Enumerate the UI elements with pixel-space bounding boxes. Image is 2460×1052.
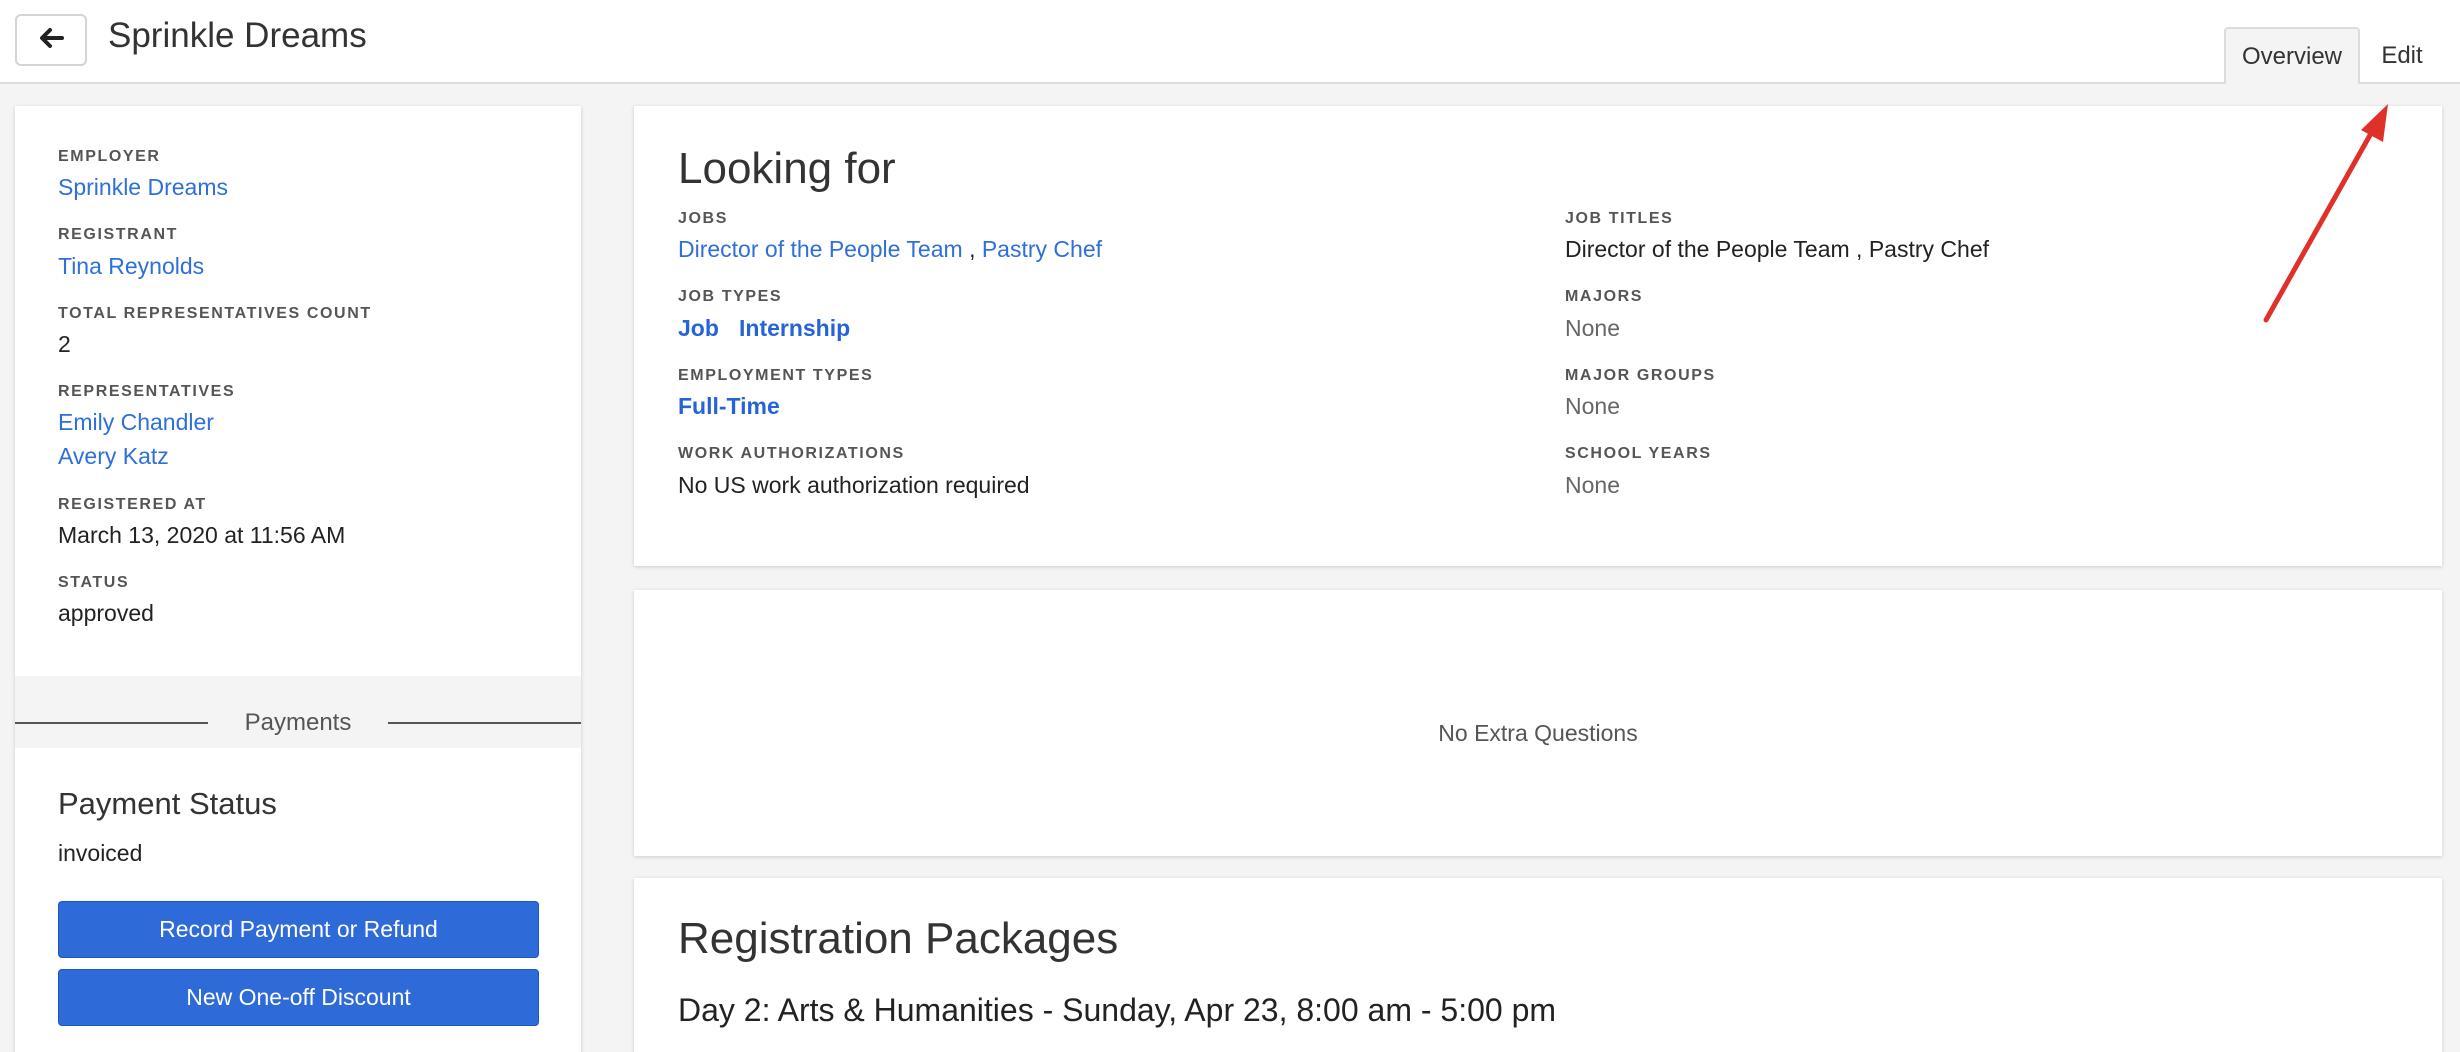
job-titles-value: Director of the People Team , Pastry Che… (1565, 236, 1989, 262)
page-title: Sprinkle Dreams (108, 16, 367, 55)
new-discount-button[interactable]: New One-off Discount (58, 969, 539, 1026)
jobs-list: Director of the People Team , Pastry Che… (678, 236, 1102, 263)
payments-section-title: Payments (244, 709, 352, 736)
status-label: STATUS (58, 574, 130, 591)
tab-overview[interactable]: Overview (2224, 27, 2360, 84)
representatives-count-label: TOTAL REPRESENTATIVES COUNT (58, 305, 372, 322)
employer-link[interactable]: Sprinkle Dreams (58, 174, 228, 201)
package-item: Day 2: Arts & Humanities - Sunday, Apr 2… (678, 992, 1557, 1028)
job-type-tag: Job (678, 315, 719, 341)
arrow-left-icon (38, 27, 64, 54)
majors-value: None (1565, 315, 1620, 341)
major-groups-value: None (1565, 393, 1620, 419)
representative-link[interactable]: Avery Katz (58, 443, 169, 470)
registration-packages-card: Registration Packages Day 2: Arts & Huma… (634, 878, 2442, 1052)
jobs-label: JOBS (678, 210, 728, 227)
major-groups-label: MAJOR GROUPS (1565, 367, 1716, 384)
employment-types-label: EMPLOYMENT TYPES (678, 367, 874, 384)
work-authorizations-value: No US work authorization required (678, 472, 1030, 498)
representative-link[interactable]: Emily Chandler (58, 409, 214, 436)
payment-status-title: Payment Status (58, 786, 277, 821)
registrant-label: REGISTRANT (58, 226, 178, 243)
status-value: approved (58, 600, 154, 626)
school-years-value: None (1565, 472, 1620, 498)
registered-at-label: REGISTERED AT (58, 496, 207, 513)
payment-status-value: invoiced (58, 840, 143, 866)
looking-for-card: Looking for JOBS Director of the People … (634, 106, 2442, 566)
employer-label: EMPLOYER (58, 148, 161, 165)
top-bar: Sprinkle Dreams Overview Edit (0, 0, 2460, 84)
majors-label: MAJORS (1565, 288, 1644, 305)
job-titles-label: JOB TITLES (1565, 210, 1674, 227)
representatives-count: 2 (58, 331, 71, 357)
representatives-label: REPRESENTATIVES (58, 383, 236, 400)
tab-edit[interactable]: Edit (2362, 27, 2442, 84)
looking-for-title: Looking for (678, 144, 896, 193)
back-button[interactable] (15, 14, 87, 66)
jobs-separator: , (969, 236, 976, 262)
registered-at: March 13, 2020 at 11:56 AM (58, 522, 346, 548)
no-extra-questions-text: No Extra Questions (1438, 720, 1638, 746)
work-authorizations-label: WORK AUTHORIZATIONS (678, 445, 905, 462)
record-payment-button[interactable]: Record Payment or Refund (58, 901, 539, 958)
school-years-label: SCHOOL YEARS (1565, 445, 1712, 462)
extra-questions-card: No Extra Questions (634, 590, 2442, 856)
job-types-label: JOB TYPES (678, 288, 783, 305)
employment-type-tag: Full-Time (678, 393, 780, 419)
registrant-link[interactable]: Tina Reynolds (58, 253, 204, 280)
job-type-tag: Internship (739, 315, 851, 341)
registration-packages-title: Registration Packages (678, 914, 1119, 963)
registration-summary-card: EMPLOYER Sprinkle Dreams REGISTRANT Tina… (15, 106, 581, 1052)
job-link[interactable]: Pastry Chef (982, 236, 1102, 262)
job-link[interactable]: Director of the People Team (678, 236, 963, 262)
